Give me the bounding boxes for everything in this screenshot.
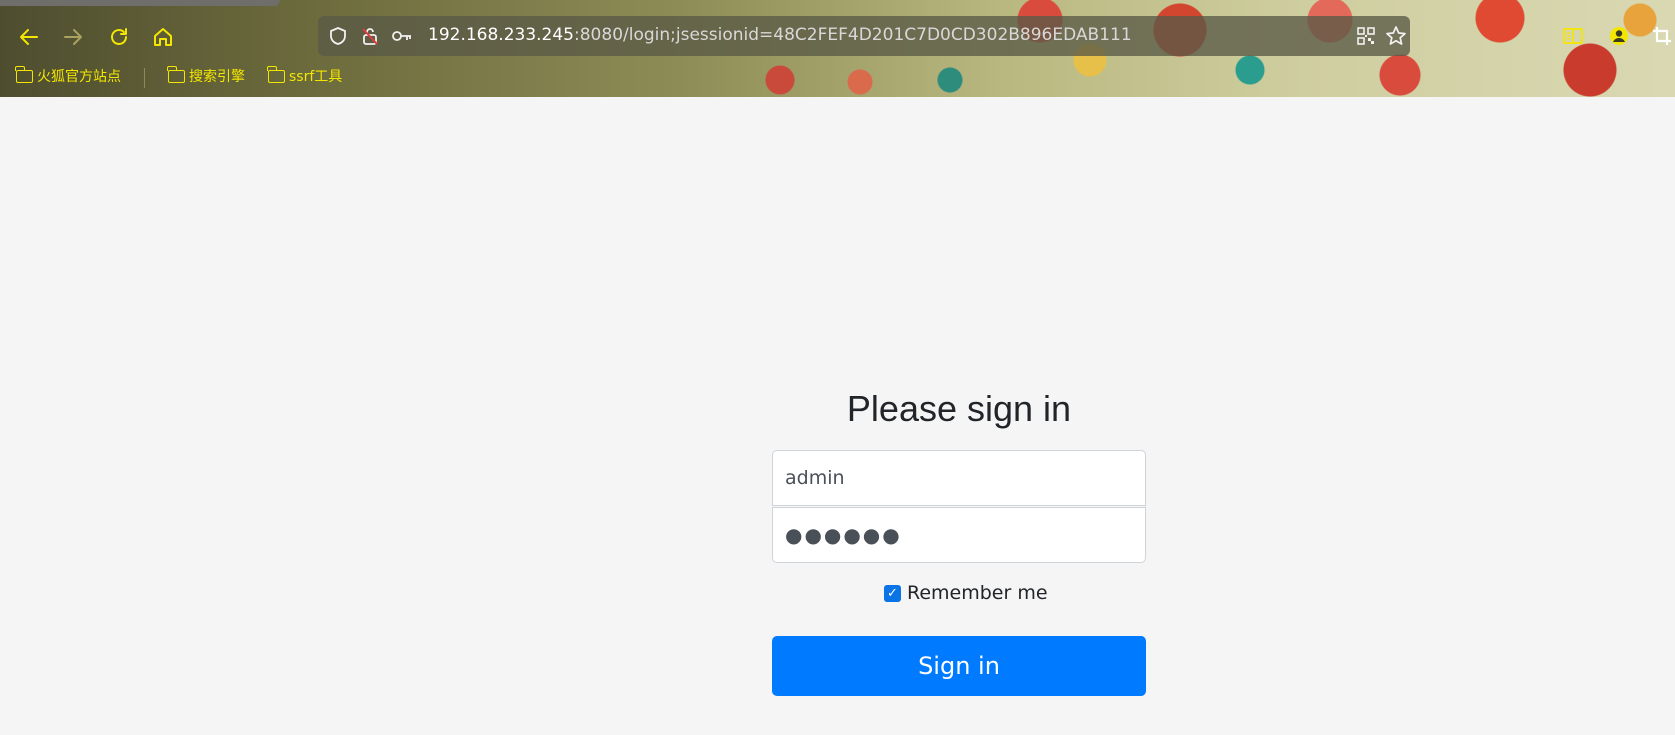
tab-strip-edge	[0, 0, 280, 6]
bookmark-folder-firefox[interactable]: 火狐官方站点	[15, 65, 121, 86]
url-text[interactable]: 192.168.233.245:8080/login;jsessionid=48…	[428, 25, 1132, 45]
username-input[interactable]	[772, 450, 1146, 506]
back-button[interactable]	[14, 22, 44, 52]
sign-in-button[interactable]: Sign in	[772, 636, 1146, 696]
arrow-left-icon	[20, 29, 38, 45]
bookmarks-separator	[144, 68, 145, 88]
bookmark-label: ssrf工具	[289, 69, 343, 85]
password-input[interactable]	[772, 507, 1146, 563]
bookmark-folder-search-engines[interactable]: 搜索引擎	[167, 65, 245, 86]
reload-button[interactable]	[104, 22, 134, 52]
remember-me-label: Remember me	[907, 582, 1048, 604]
crop-button[interactable]	[1648, 22, 1675, 50]
folder-icon	[267, 65, 285, 83]
bookmark-label: 搜索引擎	[189, 69, 245, 85]
remember-me-checkbox[interactable]: ✓	[884, 584, 901, 602]
folder-icon	[167, 65, 185, 83]
bookmark-label: 火狐官方站点	[37, 69, 121, 85]
account-button[interactable]	[1605, 22, 1633, 50]
page-title: Please sign in	[846, 388, 1072, 429]
account-icon	[1610, 27, 1628, 45]
bookmarks-bar: 火狐官方站点 搜索引擎 ssrf工具	[0, 65, 400, 90]
reader-view-button[interactable]	[1559, 22, 1587, 50]
folder-icon	[15, 65, 33, 83]
reload-icon	[111, 28, 127, 45]
lock-warning-icon[interactable]	[358, 24, 382, 48]
qr-code-icon[interactable]	[1354, 24, 1378, 48]
arrow-right-icon	[64, 29, 82, 45]
url-path: :8080/login;jsessionid=48C2FEF4D201C7D0C…	[574, 25, 1132, 45]
remember-me-row[interactable]: ✓ Remember me	[884, 582, 1048, 604]
forward-button[interactable]	[58, 22, 88, 52]
crop-icon	[1653, 27, 1671, 45]
home-button[interactable]	[148, 22, 178, 52]
address-bar[interactable]: 192.168.233.245:8080/login;jsessionid=48…	[318, 16, 1410, 56]
bookmark-folder-ssrf-tools[interactable]: ssrf工具	[267, 65, 343, 86]
shield-icon[interactable]	[326, 24, 350, 48]
url-host: 192.168.233.245	[428, 25, 575, 45]
home-icon	[154, 28, 172, 46]
reader-view-icon	[1563, 28, 1583, 44]
key-icon[interactable]	[390, 24, 414, 48]
browser-toolbar: 192.168.233.245:8080/login;jsessionid=48…	[0, 0, 1675, 97]
star-icon[interactable]	[1384, 24, 1408, 48]
